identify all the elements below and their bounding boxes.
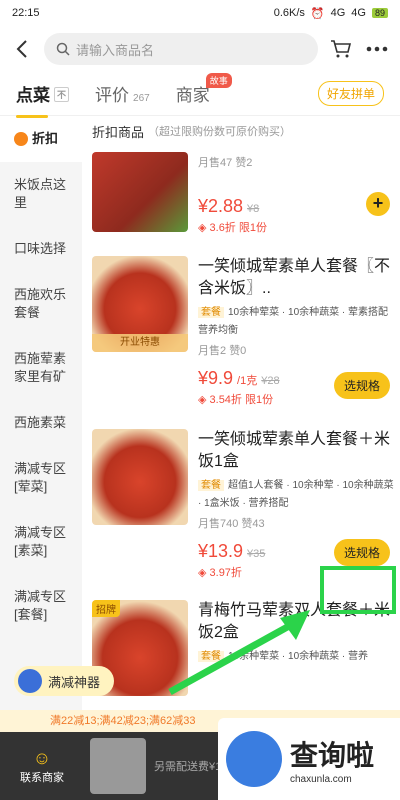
sidebar-item-meat-veg[interactable]: 西施荤素家里有矿	[0, 336, 82, 400]
price: ¥2.88	[198, 196, 244, 216]
select-spec-button[interactable]: 选规格	[333, 539, 390, 566]
product-info: 一笑倾城荤素单人套餐〖不含米饭〗.. 套餐 10余种荤菜 · 10余种蔬菜 · 荤…	[198, 256, 394, 407]
original-price: ¥35	[247, 548, 266, 560]
tag-icon: ◈	[198, 567, 210, 579]
list-item[interactable]: 一笑倾城荤素单人套餐＋米饭1盒 套餐 超值1人套餐 · 10余种荤 · 10余种蔬…	[92, 423, 400, 590]
search-placeholder: 请输入商品名	[76, 42, 155, 58]
price: ¥13.9	[198, 541, 244, 561]
category-sidebar: 折扣 米饭点这里 口味选择 西施欢乐套餐 西施荤素家里有矿 西施素菜 满减专区[…	[0, 116, 82, 800]
section-title: 折扣商品	[92, 124, 145, 140]
price-unit: /1克	[237, 375, 258, 387]
product-tags: 套餐 10余种荤菜 · 10余种蔬菜 · 荤素搭配 营养均衡	[198, 307, 389, 336]
product-info: 月售47 赞2 ¥2.88 ¥8 ◈ 3.6折 限1份 +	[198, 152, 394, 234]
sales-info: 月售740 赞43	[198, 518, 265, 530]
search-icon	[56, 42, 70, 56]
original-price: ¥8	[247, 203, 260, 215]
tab-order-mini: 不	[54, 87, 70, 102]
product-image	[92, 429, 188, 525]
discount-icon	[14, 132, 28, 146]
product-name: 一笑倾城荤素单人套餐＋米饭1盒	[198, 431, 391, 470]
product-name: 一笑倾城荤素单人套餐〖不含米饭〗..	[198, 258, 391, 297]
contact-merchant-button[interactable]: ☺ 联系商家	[0, 748, 84, 785]
section-header: 折扣商品 （超过限购份数可原价购买）	[92, 116, 400, 146]
list-item[interactable]: 开业特惠 一笑倾城荤素单人套餐〖不含米饭〗.. 套餐 10余种荤菜 · 10余种蔬…	[92, 250, 400, 417]
status-right: 0.6K/s ⏰ 4G 4G 89	[274, 7, 388, 20]
price-row: ¥2.88 ¥8	[198, 196, 394, 217]
sidebar-item-flavor[interactable]: 口味选择	[0, 226, 82, 272]
tab-merchant-label: 商家	[175, 86, 210, 105]
signal-4g-1: 4G	[330, 7, 346, 19]
list-item[interactable]: 月售47 赞2 ¥2.88 ¥8 ◈ 3.6折 限1份 +	[92, 146, 400, 242]
cart-icon	[331, 40, 352, 58]
sidebar-item-promo-veg[interactable]: 满减专区[素菜]	[0, 510, 82, 574]
thumb-label: 开业特惠	[92, 334, 188, 352]
select-spec-button[interactable]: 选规格	[333, 372, 390, 399]
price: ¥9.9	[198, 368, 234, 388]
signature-tag: 招牌	[92, 600, 120, 617]
contact-label: 联系商家	[20, 771, 64, 784]
sidebar-item-vegetables[interactable]: 西施素菜	[0, 400, 82, 446]
sidebar-item-promo-combo[interactable]: 满减专区[套餐]	[0, 574, 82, 638]
sales-info: 月售2 赞0	[198, 345, 247, 357]
watermark-text: 查询啦 chaxunla.com	[290, 734, 374, 785]
tab-merchant-badge: 故事	[205, 73, 232, 88]
robot-icon	[18, 669, 42, 693]
watermark: 查询啦 chaxunla.com	[218, 718, 400, 800]
sidebar-item-label: 折扣	[32, 131, 59, 146]
section-note: （超过限购份数可原价购买）	[148, 126, 292, 138]
cart-button[interactable]	[328, 36, 354, 62]
watermark-title: 查询啦	[290, 739, 375, 771]
status-bar: 22:15 0.6K/s ⏰ 4G 4G 89	[0, 0, 400, 26]
tag-icon: ◈	[198, 222, 210, 234]
product-image: 开业特惠	[92, 256, 188, 352]
promo-tool-button[interactable]: 满减神器	[14, 666, 115, 696]
arrow-annotation	[168, 610, 310, 696]
top-bar: 请输入商品名	[0, 26, 400, 72]
watermark-url: chaxunla.com	[290, 773, 352, 785]
more-dots-icon	[366, 46, 388, 52]
product-tags: 套餐 超值1人套餐 · 10余种荤 · 10余种蔬菜 · 1盒米饭 · 营养搭配	[198, 480, 394, 509]
promo-tool-label: 满减神器	[48, 674, 101, 690]
product-image	[92, 152, 188, 232]
tab-reviews-count: 267	[133, 93, 150, 104]
group-order-button[interactable]: 好友拼单	[317, 81, 384, 106]
cart-thumbnail	[90, 738, 146, 794]
discount-label: ◈ 3.6折 限1份	[198, 222, 267, 234]
tab-reviews-label: 评价	[95, 86, 130, 105]
tab-order-label: 点菜	[16, 86, 50, 105]
sidebar-item-promo-meat[interactable]: 满减专区[荤菜]	[0, 446, 82, 510]
tab-bar: 点菜 不 评价 267 商家 故事 好友拼单	[0, 72, 400, 118]
tab-order[interactable]: 点菜 不	[16, 81, 70, 118]
sales-info: 月售47 赞2	[198, 157, 253, 169]
back-button[interactable]	[10, 37, 34, 61]
battery-indicator: 89	[371, 8, 388, 18]
tab-merchant[interactable]: 商家 故事	[175, 73, 232, 106]
tag-icon: ◈	[198, 394, 210, 406]
product-info: 一笑倾城荤素单人套餐＋米饭1盒 套餐 超值1人套餐 · 10余种荤 · 10余种蔬…	[198, 429, 394, 580]
chat-icon: ☺	[32, 747, 52, 768]
signal-4g-2: 4G	[351, 7, 366, 19]
more-button[interactable]	[364, 36, 390, 62]
watermark-logo-icon	[226, 731, 282, 787]
status-time: 22:15	[12, 7, 40, 19]
chevron-left-icon	[16, 40, 27, 58]
sidebar-item-discount[interactable]: 折扣	[0, 116, 82, 162]
alarm-icon: ⏰	[310, 7, 325, 20]
highlight-box	[320, 566, 396, 614]
search-input[interactable]: 请输入商品名	[44, 33, 318, 65]
add-button[interactable]: +	[366, 192, 390, 216]
sidebar-item-rice[interactable]: 米饭点这里	[0, 162, 82, 226]
tab-reviews[interactable]: 评价 267	[95, 81, 150, 106]
sidebar-item-happy-combo[interactable]: 西施欢乐套餐	[0, 272, 82, 336]
original-price: ¥28	[261, 375, 280, 387]
net-speed: 0.6K/s	[273, 7, 305, 19]
